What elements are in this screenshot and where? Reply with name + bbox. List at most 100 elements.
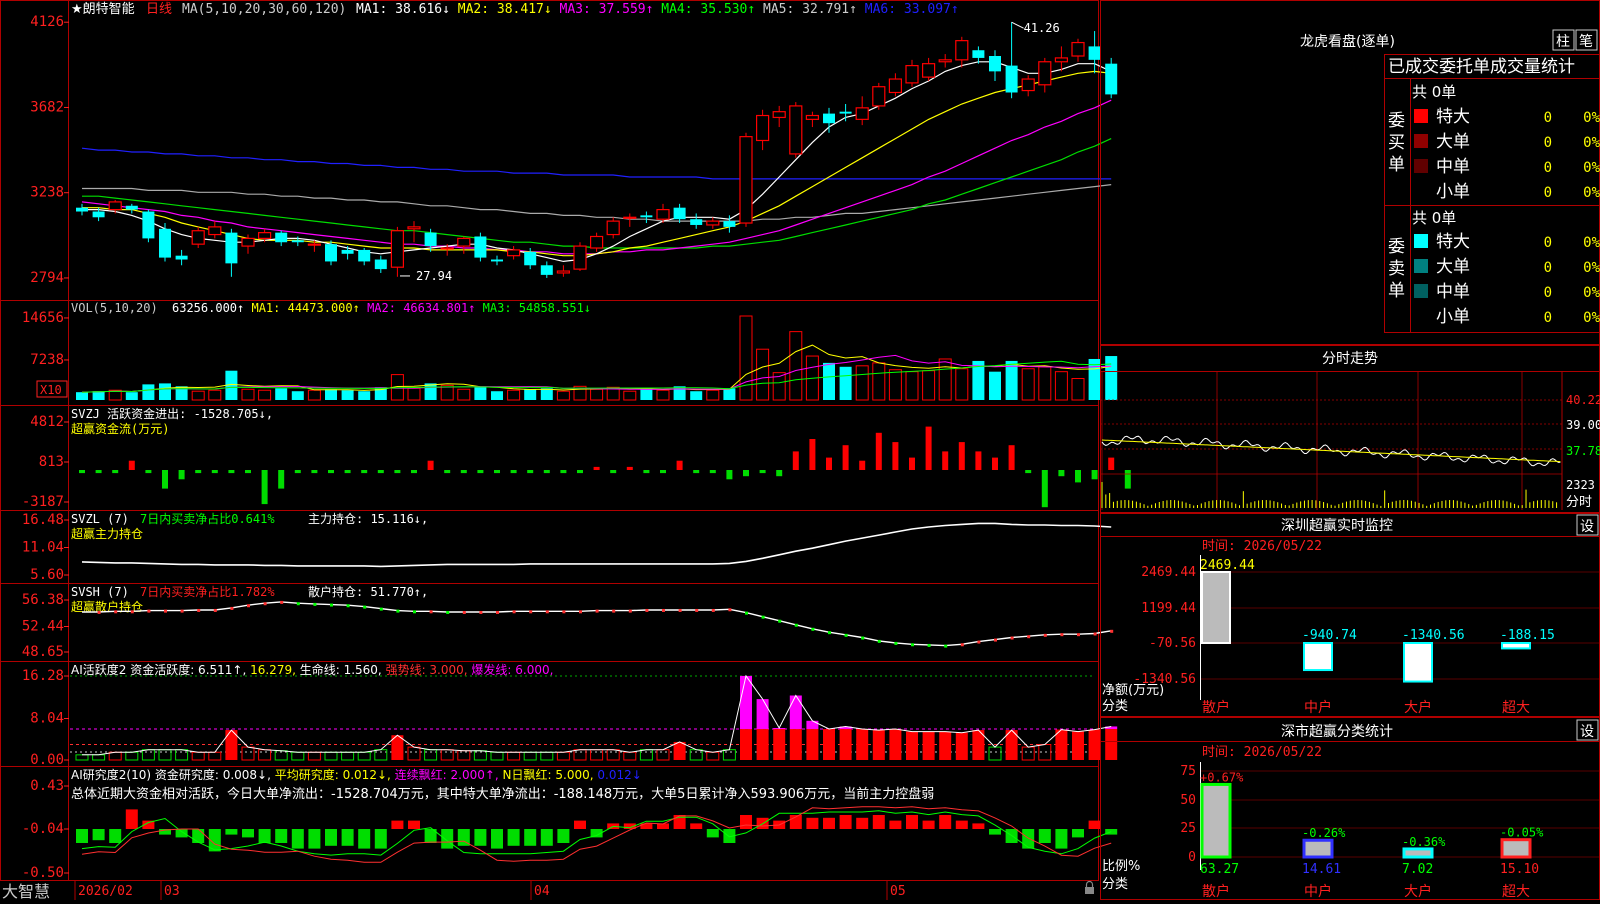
tick-mode-button[interactable]: 笔 bbox=[1579, 34, 1593, 50]
flow-bar bbox=[793, 451, 799, 470]
flow-bar bbox=[627, 467, 633, 470]
row-count: 0 bbox=[1544, 235, 1552, 251]
vol-header: VOL(5,10,20) 63256.000↑ MA1: 44473.000↑ … bbox=[71, 301, 591, 315]
bar-mode-button[interactable]: 柱 bbox=[1556, 34, 1570, 50]
candle-body bbox=[491, 260, 503, 262]
monitor-settings-button[interactable]: 设 bbox=[1580, 519, 1594, 535]
axis-label: -0.50 bbox=[22, 865, 64, 881]
candle-body bbox=[773, 112, 785, 118]
svsh-line1-b: 7日内买卖净占比1.782% bbox=[140, 584, 275, 599]
retail-dot bbox=[745, 612, 748, 615]
research-bar bbox=[823, 818, 835, 829]
date-label-1: 2026/02 bbox=[78, 884, 133, 899]
stock-name[interactable]: ★朗特智能 bbox=[71, 2, 135, 17]
axis-label: 0.43 bbox=[30, 778, 64, 794]
ai-research-legend-item-4: 0.012↓ bbox=[594, 768, 642, 782]
flow-bar bbox=[1042, 470, 1048, 507]
monitor-axis-label: -70.56 bbox=[1149, 636, 1196, 651]
period-label[interactable]: 日线 bbox=[146, 2, 172, 17]
low-label: 27.94 bbox=[416, 269, 452, 283]
candle-body bbox=[856, 108, 868, 120]
research-bar bbox=[275, 829, 287, 843]
flow-bar bbox=[511, 470, 517, 473]
flow-bar bbox=[643, 470, 649, 473]
intraday-axis-1: 40.22 bbox=[1566, 393, 1600, 407]
candle-body bbox=[292, 240, 304, 242]
monitor-axis-label: 2469.44 bbox=[1141, 565, 1196, 580]
retail-dot bbox=[712, 609, 715, 612]
activity-bar bbox=[806, 729, 818, 760]
candle-body bbox=[607, 221, 619, 234]
row-color-swatch bbox=[1414, 109, 1428, 123]
flow-bar bbox=[942, 451, 948, 470]
retail-dot bbox=[1110, 630, 1113, 633]
activity-bar bbox=[1072, 732, 1084, 760]
flow-bar bbox=[245, 470, 251, 473]
stats-bar bbox=[1304, 840, 1332, 857]
candle-body bbox=[840, 112, 852, 114]
flow-bar bbox=[544, 470, 550, 473]
flow-bar bbox=[859, 461, 865, 470]
stats-settings-button[interactable]: 设 bbox=[1580, 724, 1594, 740]
research-bar bbox=[308, 829, 320, 849]
retail-dot bbox=[961, 643, 964, 646]
retail-dot bbox=[629, 610, 632, 613]
flow-bar bbox=[1058, 470, 1064, 476]
volume-bar bbox=[690, 391, 702, 400]
stats-ylabel-2: 分类 bbox=[1102, 877, 1128, 892]
monitor-ylabel-2: 分类 bbox=[1102, 699, 1128, 714]
retail-dot bbox=[562, 610, 565, 613]
retail-dot bbox=[1027, 635, 1030, 638]
sell-total: 共 0单 bbox=[1412, 209, 1456, 227]
retail-dot bbox=[911, 643, 914, 646]
research-bar bbox=[906, 815, 918, 829]
row-pct: 0% bbox=[1583, 310, 1600, 326]
flow-bar bbox=[1009, 445, 1015, 470]
svzj-line1: SVZJ 活跃资金进出: -1528.705↓, bbox=[71, 406, 273, 421]
activity-burst-bar bbox=[757, 699, 769, 729]
volume-bar bbox=[142, 384, 154, 400]
research-bar bbox=[292, 829, 304, 849]
ma-legend-item-3: MA4: 35.530↑ bbox=[653, 2, 755, 17]
row-pct: 0% bbox=[1583, 135, 1600, 151]
candle-body bbox=[574, 246, 586, 269]
retail-dot bbox=[762, 616, 765, 619]
candle-body bbox=[806, 116, 818, 120]
monitor-bar bbox=[1404, 643, 1432, 682]
retail-dot bbox=[645, 609, 648, 612]
row-color-swatch bbox=[1414, 284, 1428, 298]
stats-time: 时间: 2026/05/22 bbox=[1202, 745, 1322, 760]
research-bar bbox=[1072, 829, 1084, 837]
candle-body bbox=[375, 260, 387, 270]
volume-bar bbox=[93, 391, 105, 400]
candle-body bbox=[956, 41, 968, 60]
axis-label: 56.38 bbox=[22, 592, 64, 608]
retail-dot bbox=[496, 611, 499, 614]
volume-bar bbox=[723, 388, 735, 400]
volume-bar bbox=[989, 372, 1001, 400]
research-bar bbox=[989, 829, 1001, 835]
row-pct: 0% bbox=[1583, 285, 1600, 301]
candle-body bbox=[225, 233, 237, 264]
research-bar bbox=[840, 815, 852, 829]
retail-dot bbox=[695, 609, 698, 612]
retail-dot bbox=[98, 611, 101, 614]
ma-legend: MA1: 38.616↓ MA2: 38.417↓ MA3: 37.559↑ M… bbox=[356, 2, 959, 17]
candle-body bbox=[342, 250, 354, 254]
axis-label: 0.00 bbox=[30, 752, 64, 768]
candle-body bbox=[707, 221, 719, 225]
research-bar bbox=[1022, 829, 1034, 849]
candle-body bbox=[391, 231, 403, 267]
retail-dot bbox=[811, 628, 814, 631]
retail-dot bbox=[114, 610, 117, 613]
retail-dot bbox=[612, 610, 615, 613]
candle-body bbox=[93, 212, 105, 218]
flow-bar bbox=[594, 467, 600, 470]
row-count: 0 bbox=[1544, 135, 1552, 151]
activity-bar bbox=[1055, 730, 1067, 760]
flow-bar bbox=[926, 427, 932, 470]
axis-label: 7238 bbox=[30, 352, 64, 368]
retail-dot bbox=[1077, 633, 1080, 636]
candle-body bbox=[889, 79, 901, 92]
chart-canvas[interactable]: ★朗特智能 日线 MA(5,10,20,30,60,120) MA1: 38.6… bbox=[0, 0, 1600, 900]
